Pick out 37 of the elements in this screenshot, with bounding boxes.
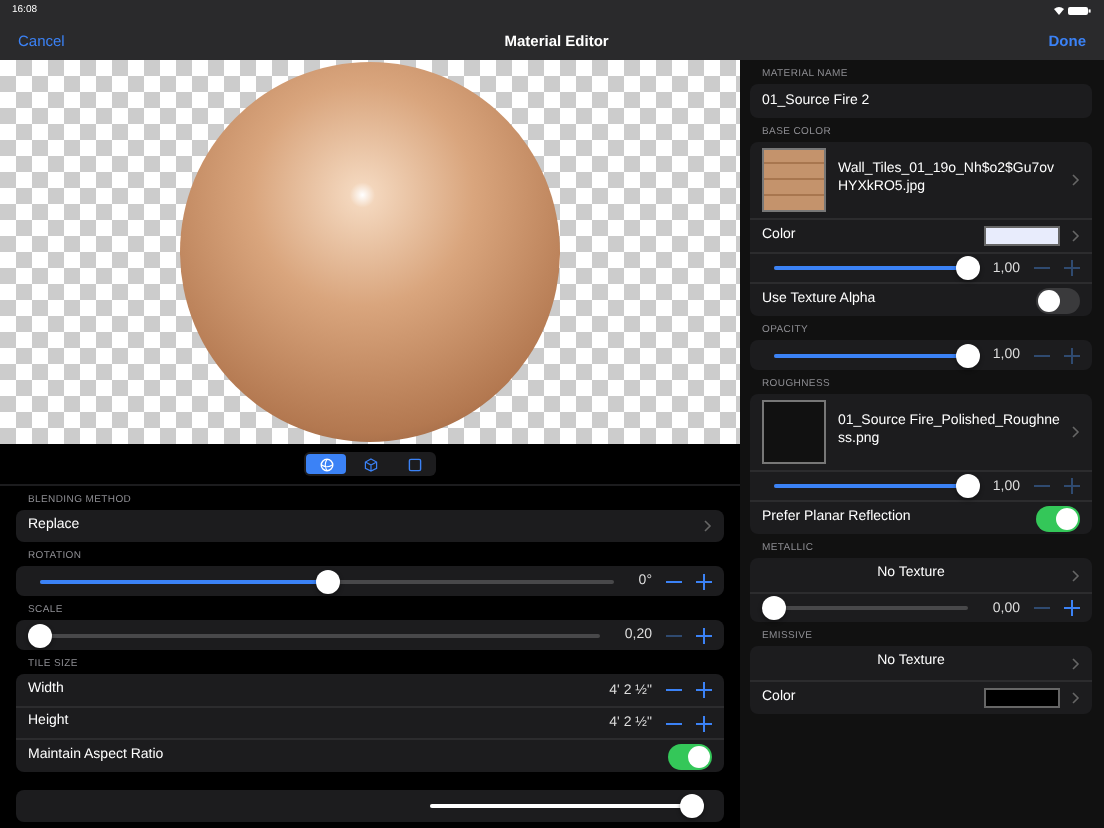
chevron-icon <box>704 520 712 532</box>
plus-icon <box>1063 600 1079 616</box>
chevron-icon <box>1072 230 1080 242</box>
plus-button[interactable] <box>694 626 712 644</box>
plus-button[interactable] <box>1062 599 1080 617</box>
chevron-icon <box>1072 692 1080 704</box>
wifi-battery-icon <box>1052 5 1092 15</box>
plus-icon <box>695 715 711 731</box>
view-mode-tab[interactable] <box>306 454 346 474</box>
slider-thumb[interactable] <box>315 569 340 593</box>
chevron-icon <box>1072 569 1080 581</box>
toggle-switch[interactable] <box>1036 287 1080 313</box>
slider-thumb[interactable] <box>956 343 981 367</box>
color-swatch[interactable] <box>984 688 1060 708</box>
slider-thumb[interactable] <box>956 474 981 498</box>
chevron-icon <box>1072 657 1080 669</box>
slider-thumb[interactable] <box>28 623 52 647</box>
slider-thumb[interactable] <box>679 794 704 818</box>
cube-icon <box>363 457 377 471</box>
plus-button[interactable] <box>694 681 712 699</box>
plus-button[interactable] <box>694 572 712 590</box>
plus-icon <box>695 627 711 643</box>
square-icon <box>407 457 421 471</box>
plus-icon <box>695 573 711 589</box>
plus-icon <box>1063 260 1079 276</box>
plus-icon <box>695 682 711 698</box>
toggle-switch[interactable] <box>668 743 712 769</box>
color-swatch[interactable] <box>984 226 1060 246</box>
chevron-icon <box>1072 426 1080 438</box>
toggle-switch[interactable] <box>1036 505 1080 531</box>
slider-thumb[interactable] <box>956 256 981 280</box>
sphere-icon <box>319 457 333 471</box>
chevron-icon <box>1072 174 1080 186</box>
plus-icon <box>1063 478 1079 494</box>
plus-icon <box>1063 347 1079 363</box>
slider-thumb[interactable] <box>762 596 786 620</box>
plus-button[interactable] <box>694 714 712 732</box>
